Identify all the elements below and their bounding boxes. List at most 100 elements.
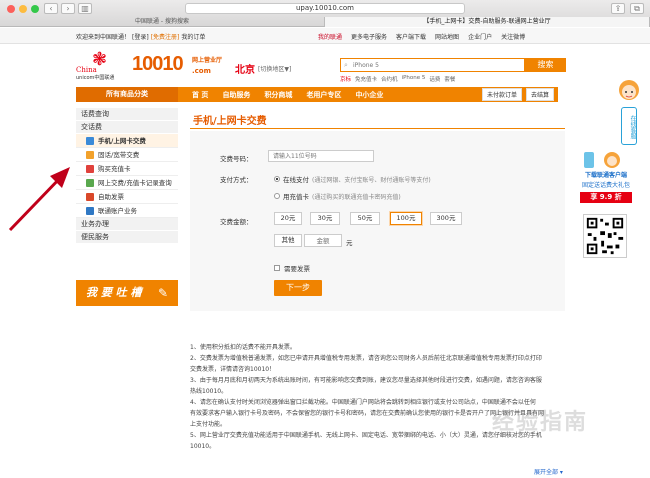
tab-unicom-pay[interactable]: 【手机_上网卡】交费-自助服务-联通网上营业厅: [325, 17, 650, 27]
url-bar[interactable]: upay.10010.com: [185, 3, 465, 14]
next-step-button[interactable]: 下一步: [274, 280, 322, 296]
yuan-unit: 元: [346, 239, 353, 247]
checkout-button[interactable]: 去结算: [525, 88, 554, 101]
sidebar-item-records[interactable]: 网上交费/充值卡记录查询: [76, 176, 178, 190]
amount-other[interactable]: 其他: [274, 234, 302, 247]
hot-keyword[interactable]: 套餐: [444, 75, 455, 83]
logo-com: .com: [192, 67, 211, 75]
method-online-radio[interactable]: 在线支付 (通过网银、支付宝账号、财付通账号等支付): [274, 174, 431, 184]
method-card-radio[interactable]: 用充值卡 (通过购买的联通充值卡密码充值): [274, 191, 401, 201]
note-line: 3、由于每月月底和月初两天为系统出账时间，有可能影响您交费到账，建议您尽量选择其…: [190, 377, 542, 384]
amount-20[interactable]: 20元: [274, 212, 302, 225]
browser-nav: ‹ › ▥: [44, 3, 92, 14]
sidebar-section-bill-query[interactable]: 话费查询: [76, 108, 178, 121]
forward-icon[interactable]: ›: [61, 3, 75, 14]
sidebar-section-pay[interactable]: 交话费: [76, 121, 178, 134]
city-switch[interactable]: [切换地区▼]: [258, 64, 291, 73]
login-link[interactable]: [登录]: [132, 32, 149, 41]
close-window-button[interactable]: [7, 5, 15, 13]
sidebar-item-invoice[interactable]: 自助发票: [76, 190, 178, 204]
online-service-badge[interactable]: 在线客服: [621, 107, 637, 145]
method-label: 支付方式：: [220, 176, 253, 184]
expand-all-link[interactable]: 展开全部 ▾: [534, 467, 563, 476]
city-name: 北京: [235, 65, 255, 76]
amount-label: 交费金额：: [220, 218, 253, 226]
note-line: 2、交费发票为增值税普通发票，如您已申请开具增值税专用发票，请咨询您公司财务人员…: [190, 355, 542, 362]
zoom-window-button[interactable]: [31, 5, 39, 13]
search-icon: ⌕: [344, 61, 348, 69]
unpaid-orders-button[interactable]: 未付款订单: [481, 88, 522, 101]
back-icon[interactable]: ‹: [44, 3, 58, 14]
tabs-icon[interactable]: ⧉: [630, 3, 644, 14]
amount-300[interactable]: 300元: [430, 212, 462, 225]
search-input[interactable]: [340, 58, 525, 72]
all-categories-menu[interactable]: 所有商品分类: [76, 87, 178, 102]
nav-self-service[interactable]: 自助服务: [222, 90, 250, 100]
hot-keywords: 京标 免充值卡 合约机 iPhone 5 话费 套餐: [340, 75, 456, 83]
invoice-checkbox[interactable]: 需要发票: [274, 263, 310, 273]
more-services-link[interactable]: 更多电子服务: [351, 32, 387, 41]
window-controls: [7, 5, 39, 13]
search-box: 搜索: [340, 58, 566, 72]
nav-home[interactable]: 首 页: [192, 90, 208, 100]
sidebar-item-buy-card[interactable]: 购买充值卡: [76, 162, 178, 176]
sidebar: 话费查询 交话费 手机/上网卡交费 固话/宽带交费 购买充值卡 网上交费/充值卡…: [76, 108, 178, 244]
note-line: 热线10010。: [190, 388, 228, 395]
sidebar-item-landline-pay[interactable]: 固话/宽带交费: [76, 148, 178, 162]
amount-30[interactable]: 30元: [310, 212, 340, 225]
page-title: 手机/上网卡交费: [193, 116, 267, 127]
radio-selected-icon: [274, 176, 280, 182]
note-line: 1、使用积分抵扣的话费不能开具发票。: [190, 344, 296, 351]
weibo-link[interactable]: 关注微博: [501, 32, 525, 41]
welcome-text: 欢迎来到中国联通！: [76, 34, 131, 41]
amount-100[interactable]: 100元: [390, 212, 422, 225]
landline-icon: [86, 150, 94, 159]
amount-50[interactable]: 50元: [350, 212, 380, 225]
records-icon: [86, 178, 94, 187]
browser-chrome: ‹ › ▥ upay.10010.com ⇪ ⧉ 中国联通 - 搜狗搜索 【手机…: [0, 0, 650, 27]
enterprise-link[interactable]: 企业门户: [468, 32, 492, 41]
client-promo[interactable]: 下载联通客户端 固定送话费大礼包 享 9.9 折: [574, 150, 638, 212]
radio-icon: [274, 193, 280, 199]
card-icon: [86, 164, 94, 173]
sidebar-item-mobile-pay[interactable]: 手机/上网卡交费: [76, 134, 178, 148]
watermark: 经验指南: [492, 410, 589, 435]
sidebar-toggle-icon[interactable]: ▥: [78, 3, 92, 14]
hot-keyword[interactable]: 免充值卡: [355, 75, 377, 83]
note-line: 交费发票，详情请咨询10010！: [190, 366, 276, 373]
hot-keyword[interactable]: iPhone 5: [402, 75, 426, 83]
my-unicom-link[interactable]: 我的联通: [318, 32, 342, 41]
share-icon[interactable]: ⇪: [611, 3, 625, 14]
account-icon: [86, 206, 94, 215]
search-button[interactable]: 搜索: [525, 58, 566, 72]
top-links-bar: 欢迎来到中国联通！ [登录] [免费注册] 我的订单 我的联通 更多电子服务 客…: [0, 28, 650, 44]
mascot-phone-icon: [584, 152, 620, 168]
nav-old-users[interactable]: 老用户专区: [306, 90, 341, 100]
qr-code-icon: [583, 214, 627, 258]
my-orders-link[interactable]: 我的订单: [181, 32, 205, 41]
tab-bar: 中国联通 - 搜狗搜索 【手机_上网卡】交费-自助服务-联通网上营业厅: [0, 17, 650, 27]
china-unicom-logo[interactable]: ❃ China unicom中国联通: [76, 51, 126, 82]
checkbox-icon: [274, 265, 280, 271]
nav-smb[interactable]: 中小企业: [355, 90, 383, 100]
sidebar-item-account[interactable]: 联通账户业务: [76, 204, 178, 218]
title-divider: [190, 128, 565, 129]
logo-subtitle: 网上营业厅: [192, 57, 223, 64]
pencil-icon: ✎: [157, 286, 168, 300]
sitemap-link[interactable]: 网站地图: [435, 32, 459, 41]
sidebar-section-business[interactable]: 业务办理: [76, 218, 178, 231]
site-header: ❃ China unicom中国联通 10010 网上营业厅 .com 北京 […: [0, 45, 650, 87]
complain-banner[interactable]: 我 要 吐 槽 ✎: [76, 280, 178, 306]
phone-input[interactable]: [268, 150, 374, 162]
minimize-window-button[interactable]: [19, 5, 27, 13]
logo-10010[interactable]: 10010: [132, 53, 184, 76]
amount-custom-input[interactable]: [304, 234, 342, 247]
sidebar-section-convenience[interactable]: 便民服务: [76, 231, 178, 244]
register-link[interactable]: [免费注册]: [151, 32, 180, 41]
client-download-link[interactable]: 客户端下载: [396, 32, 426, 41]
hot-keyword[interactable]: 话费: [429, 75, 440, 83]
tab-sogou[interactable]: 中国联通 - 搜狗搜索: [0, 17, 325, 27]
hot-keyword[interactable]: 合约机: [381, 75, 398, 83]
nav-points-mall[interactable]: 积分商城: [264, 90, 292, 100]
invoice-icon: [86, 192, 94, 201]
